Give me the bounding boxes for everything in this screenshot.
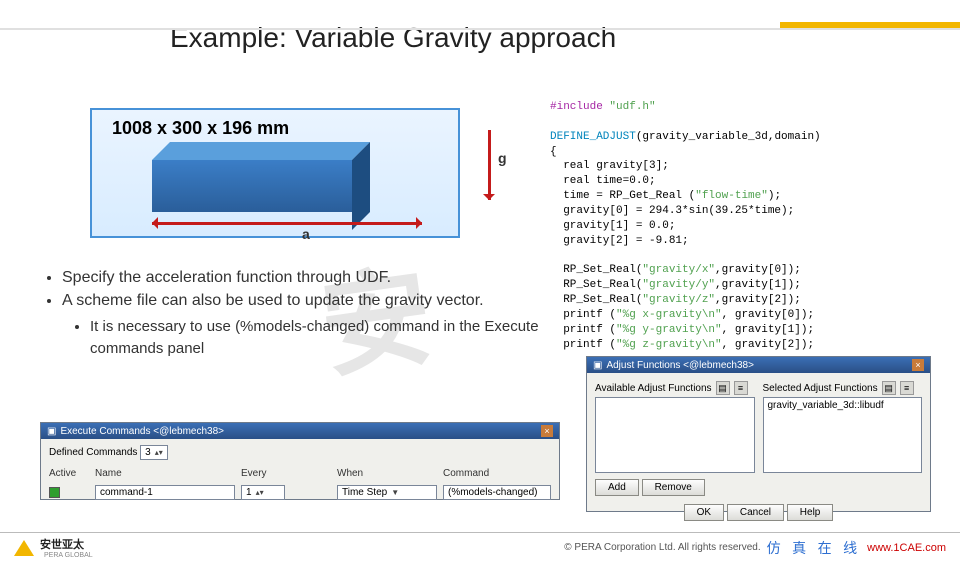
- add-button[interactable]: Add: [595, 479, 639, 496]
- col-name: Name: [95, 468, 235, 479]
- list-sort-icon[interactable]: ≡: [734, 381, 748, 395]
- adjust-title: Adjust Functions <@lebmech38>: [606, 360, 753, 371]
- accent-divider: [0, 28, 960, 30]
- udf-code-block: #include "udf.h" DEFINE_ADJUST(gravity_v…: [550, 100, 930, 352]
- list-grid-icon[interactable]: ▤: [716, 381, 730, 395]
- adjust-titlebar[interactable]: ▣ Adjust Functions <@lebmech38> ×: [587, 357, 930, 373]
- label-a: a: [302, 226, 310, 242]
- arrow-gravity: [488, 130, 491, 200]
- box-3d: [152, 142, 412, 212]
- available-label: Available Adjust Functions: [595, 383, 712, 394]
- selected-listbox[interactable]: gravity_variable_3d::libudf: [763, 397, 923, 473]
- bullet-list: Specify the acceleration function throug…: [40, 266, 560, 360]
- remove-button[interactable]: Remove: [642, 479, 705, 496]
- when-dropdown[interactable]: Time Step▼: [337, 485, 437, 500]
- exec-titlebar[interactable]: ▣ Execute Commands <@lebmech38> ×: [41, 423, 559, 439]
- brand-en: PERA GLOBAL: [44, 552, 93, 559]
- close-icon[interactable]: ×: [912, 359, 924, 371]
- every-stepper[interactable]: 1▴▾: [241, 485, 285, 500]
- arrow-acceleration: [152, 222, 422, 225]
- col-active: Active: [49, 468, 89, 479]
- exec-title: Execute Commands <@lebmech38>: [60, 426, 224, 437]
- col-when: When: [337, 468, 437, 479]
- command-field[interactable]: (%models-changed): [443, 485, 551, 500]
- logo-icon: [14, 540, 34, 556]
- footer: 安世亚太 PERA GLOBAL © PERA Corporation Ltd.…: [0, 532, 960, 562]
- chevron-down-icon: ▼: [391, 488, 399, 497]
- spinner-icon: ▴▾: [155, 448, 163, 457]
- close-icon[interactable]: ×: [541, 425, 553, 437]
- active-checkbox[interactable]: [49, 487, 60, 498]
- geometry-illustration: 1008 x 300 x 196 mm a g: [90, 108, 460, 238]
- list-sort-icon[interactable]: ≡: [900, 381, 914, 395]
- window-icon: ▣: [47, 426, 56, 437]
- defined-commands-label: Defined Commands: [49, 447, 137, 458]
- selected-label: Selected Adjust Functions: [763, 383, 878, 394]
- available-listbox[interactable]: [595, 397, 755, 473]
- copyright: © PERA Corporation Ltd. All rights reser…: [564, 542, 760, 553]
- help-button[interactable]: Help: [787, 504, 834, 521]
- bullet-2a: It is necessary to use (%models-changed)…: [90, 316, 560, 360]
- bullet-1: Specify the acceleration function throug…: [62, 266, 560, 289]
- col-command: Command: [443, 468, 551, 479]
- spinner-icon: ▴▾: [256, 488, 264, 497]
- label-g: g: [498, 150, 507, 166]
- window-icon: ▣: [593, 360, 602, 371]
- cancel-button[interactable]: Cancel: [727, 504, 784, 521]
- name-field[interactable]: command-1: [95, 485, 235, 500]
- brand-cn: 安世亚太: [40, 536, 93, 552]
- col-every: Every: [241, 468, 285, 479]
- adjust-functions-dialog: ▣ Adjust Functions <@lebmech38> × Availa…: [586, 356, 931, 512]
- footer-url: www.1CAE.com: [867, 542, 946, 554]
- box-dimensions: 1008 x 300 x 196 mm: [112, 118, 289, 139]
- execute-commands-dialog: ▣ Execute Commands <@lebmech38> × Define…: [40, 422, 560, 500]
- bullet-2: A scheme file can also be used to update…: [62, 289, 560, 360]
- ok-button[interactable]: OK: [684, 504, 724, 521]
- defined-commands-stepper[interactable]: 3▴▾: [140, 445, 168, 460]
- list-grid-icon[interactable]: ▤: [882, 381, 896, 395]
- list-item[interactable]: gravity_variable_3d::libudf: [768, 400, 918, 411]
- watermark-cn: 仿 真 在 线: [767, 538, 862, 558]
